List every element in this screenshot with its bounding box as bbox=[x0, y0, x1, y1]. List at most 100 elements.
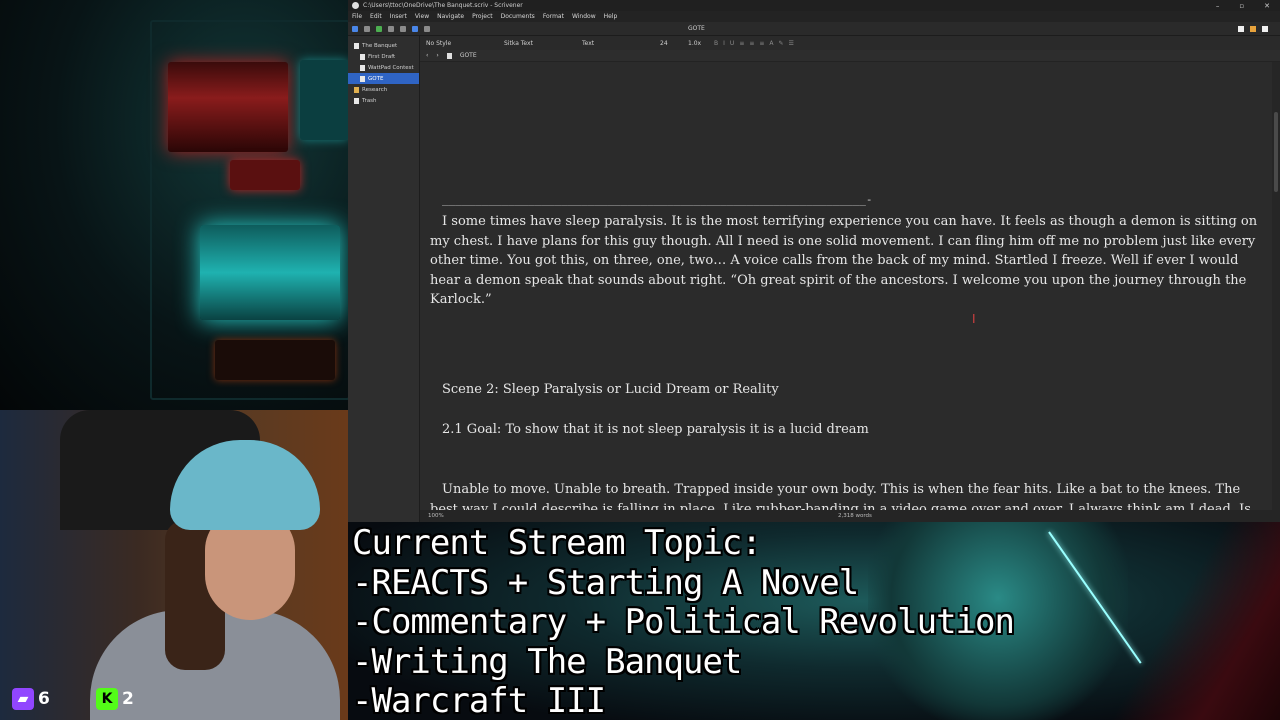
goal-heading: 2.1 Goal: To show that it is not sleep p… bbox=[442, 422, 869, 437]
menu-help[interactable]: Help bbox=[604, 13, 618, 20]
binder-item-trash[interactable]: Trash bbox=[348, 95, 419, 106]
editor-scrollbar[interactable] bbox=[1272, 62, 1280, 510]
binder-item-label: WattPad Contest bbox=[368, 64, 414, 71]
binder-toggle-icon[interactable] bbox=[352, 25, 358, 32]
folder-icon bbox=[354, 86, 359, 93]
project-icon bbox=[354, 42, 359, 49]
menu-view[interactable]: View bbox=[415, 13, 429, 20]
art-cyan-screen bbox=[200, 225, 340, 320]
underline-icon[interactable]: U bbox=[730, 40, 734, 47]
paragraph-1: I some times have sleep paralysis. It is… bbox=[430, 214, 1258, 307]
topic-line: -Warcraft III bbox=[352, 681, 606, 720]
text-color-icon[interactable]: A bbox=[769, 40, 773, 47]
background-art-panel bbox=[0, 0, 348, 410]
highlight-icon[interactable]: ✎ bbox=[779, 40, 784, 47]
art-red-light bbox=[230, 160, 300, 190]
scene-heading: Scene 2: Sleep Paralysis or Lucid Dream … bbox=[442, 382, 779, 397]
overlay-figure bbox=[1108, 522, 1280, 720]
document-icon bbox=[360, 75, 365, 82]
menu-format[interactable]: Format bbox=[543, 13, 564, 20]
format-bar: No Style Sitka Text Text 24 1.0x B I U ≡… bbox=[420, 36, 1280, 50]
align-center-icon[interactable]: ≡ bbox=[749, 40, 754, 47]
topic-line: -Writing The Banquet bbox=[352, 641, 742, 682]
document-icon bbox=[360, 53, 365, 60]
binder-item-wattpad-contest[interactable]: WattPad Contest bbox=[348, 62, 419, 73]
menu-window[interactable]: Window bbox=[572, 13, 596, 20]
menu-project[interactable]: Project bbox=[472, 13, 493, 20]
twitch-icon: ▰ bbox=[12, 688, 34, 710]
menu-bar: File Edit Insert View Navigate Project D… bbox=[348, 11, 1280, 22]
word-count: 2,318 words bbox=[838, 513, 872, 519]
twitch-count: 6 bbox=[38, 689, 50, 709]
document-icon bbox=[446, 52, 452, 59]
list-icon[interactable]: ☰ bbox=[789, 40, 794, 47]
binder-item-label: Trash bbox=[362, 97, 377, 104]
menu-insert[interactable]: Insert bbox=[390, 13, 407, 20]
status-bar: 100% 2,318 words bbox=[420, 510, 1280, 522]
align-left-icon[interactable]: ≡ bbox=[739, 40, 744, 47]
text-cursor-icon: I bbox=[972, 312, 976, 326]
stream-topic-text: Current Stream Topic: -REACTS + Starting … bbox=[352, 523, 1015, 720]
back-icon[interactable]: ‹ bbox=[426, 52, 428, 59]
trash-icon bbox=[354, 97, 359, 104]
art-cyan-panel bbox=[300, 60, 348, 140]
menu-documents[interactable]: Documents bbox=[501, 13, 535, 20]
title-bar: C:\Users\ttoc\OneDrive\The Banquet.scriv… bbox=[348, 0, 1280, 11]
kick-count: 2 bbox=[122, 689, 134, 709]
collections-icon[interactable] bbox=[364, 25, 370, 32]
editor-area: No Style Sitka Text Text 24 1.0x B I U ≡… bbox=[420, 36, 1280, 522]
document-icon bbox=[360, 64, 365, 71]
font-size-select[interactable]: 24 bbox=[658, 39, 678, 48]
outline-view-icon[interactable] bbox=[1262, 25, 1268, 32]
forward-icon[interactable]: › bbox=[436, 52, 438, 59]
binder-item-label: First Draft bbox=[368, 53, 396, 60]
close-button[interactable]: ✕ bbox=[1264, 2, 1270, 10]
font-select[interactable]: Sitka Text bbox=[502, 39, 572, 48]
kick-viewers: K 2 bbox=[96, 688, 134, 710]
toolbar-left-group bbox=[352, 25, 432, 32]
topic-line: -REACTS + Starting A Novel bbox=[352, 562, 859, 603]
align-right-icon[interactable]: ≡ bbox=[759, 40, 764, 47]
window-controls: – ▫ ✕ bbox=[1216, 2, 1280, 10]
menu-file[interactable]: File bbox=[352, 13, 362, 20]
separator-rule: ________________________________________… bbox=[442, 193, 873, 206]
font-variant-select[interactable]: Text bbox=[580, 39, 650, 48]
edit-icon[interactable] bbox=[424, 25, 430, 32]
binder-item-label: Research bbox=[362, 86, 388, 93]
folder-icon[interactable] bbox=[388, 25, 394, 32]
topic-line: -Commentary + Political Revolution bbox=[352, 602, 1015, 642]
compile-icon[interactable] bbox=[412, 25, 418, 32]
document-view-icon[interactable] bbox=[1238, 25, 1244, 32]
line-spacing-select[interactable]: 1.0x bbox=[686, 39, 706, 48]
editor-document-title: GOTE bbox=[459, 52, 477, 59]
app-icon bbox=[352, 2, 359, 9]
minimize-button[interactable]: – bbox=[1216, 2, 1220, 10]
stream-topic-overlay: Current Stream Topic: -REACTS + Starting … bbox=[348, 522, 1280, 720]
bold-icon[interactable]: B bbox=[714, 40, 718, 47]
menu-navigate[interactable]: Navigate bbox=[437, 13, 464, 20]
binder-item-the-banquet[interactable]: The Banquet bbox=[348, 40, 419, 51]
paragraph-2: Unable to move. Unable to breath. Trappe… bbox=[430, 482, 1251, 510]
binder-item-label: GOTE bbox=[368, 75, 384, 82]
add-icon[interactable] bbox=[376, 25, 382, 32]
art-red-screen bbox=[168, 62, 288, 152]
style-select[interactable]: No Style bbox=[424, 39, 494, 48]
binder-item-label: The Banquet bbox=[362, 42, 398, 49]
zoom-level[interactable]: 100% bbox=[428, 513, 444, 519]
webcam-panel: ▰ 6 K 2 bbox=[0, 410, 348, 720]
italic-icon[interactable]: I bbox=[723, 40, 725, 47]
menu-edit[interactable]: Edit bbox=[370, 13, 382, 20]
binder-item-research[interactable]: Research bbox=[348, 84, 419, 95]
toolbar-view-modes bbox=[1238, 25, 1276, 32]
binder-item-gote[interactable]: GOTE bbox=[348, 73, 419, 84]
document-text-area[interactable]: ________________________________________… bbox=[420, 62, 1272, 510]
art-strip bbox=[215, 340, 335, 380]
maximize-button[interactable]: ▫ bbox=[1239, 2, 1244, 10]
scrollbar-thumb[interactable] bbox=[1274, 112, 1278, 192]
twitch-viewers: ▰ 6 bbox=[12, 688, 50, 710]
trash-icon[interactable] bbox=[400, 25, 406, 32]
toolbar-document-title: GOTE bbox=[688, 25, 705, 32]
scrivener-window: C:\Users\ttoc\OneDrive\The Banquet.scriv… bbox=[348, 0, 1280, 522]
corkboard-view-icon[interactable] bbox=[1250, 25, 1256, 32]
binder-item-first-draft[interactable]: First Draft bbox=[348, 51, 419, 62]
